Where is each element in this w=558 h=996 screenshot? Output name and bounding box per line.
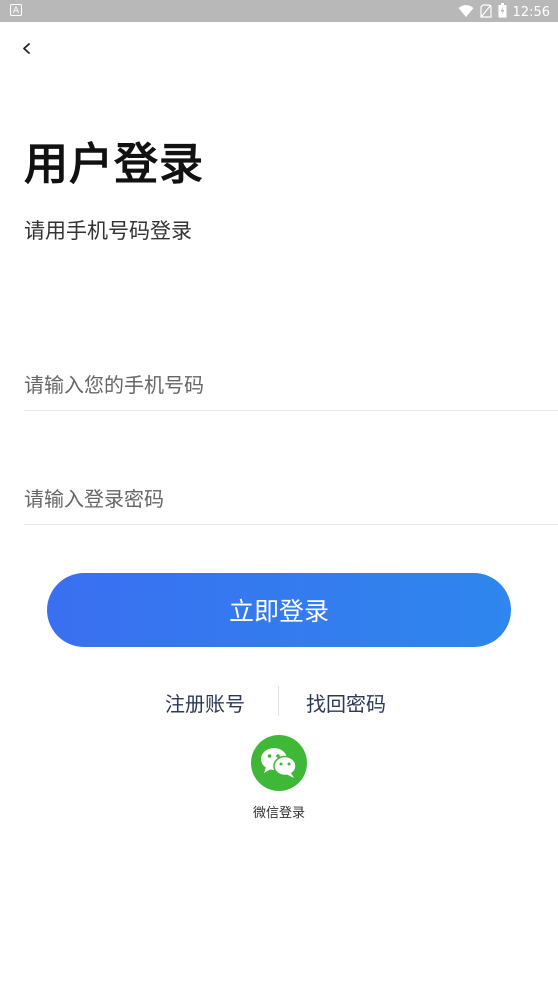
wifi-icon: [458, 4, 474, 22]
wechat-icon: [261, 748, 297, 778]
status-time: 12:56: [512, 5, 550, 20]
page-subtitle: 请用手机号码登录: [24, 219, 192, 243]
phone-input[interactable]: [24, 362, 558, 408]
password-input[interactable]: [24, 476, 558, 522]
battery-icon: [498, 3, 507, 22]
wechat-login-button[interactable]: [251, 735, 307, 791]
notification-a-icon: A: [10, 4, 22, 16]
back-button[interactable]: [18, 36, 42, 60]
page-title: 用户登录: [24, 139, 204, 190]
links-divider: [278, 686, 279, 716]
no-sim-icon: [479, 3, 492, 22]
status-bar: A 12:56: [0, 0, 558, 22]
login-button[interactable]: 立即登录: [47, 573, 511, 647]
register-link[interactable]: 注册账号: [165, 688, 245, 717]
phone-field: [24, 362, 558, 411]
forgot-password-link[interactable]: 找回密码: [306, 688, 386, 717]
wechat-login-label: 微信登录: [252, 806, 305, 821]
password-field: [24, 476, 558, 525]
status-icons: 12:56: [458, 3, 550, 22]
chevron-left-icon: [23, 43, 30, 54]
auth-links: 注册账号 找回密码: [0, 686, 558, 718]
